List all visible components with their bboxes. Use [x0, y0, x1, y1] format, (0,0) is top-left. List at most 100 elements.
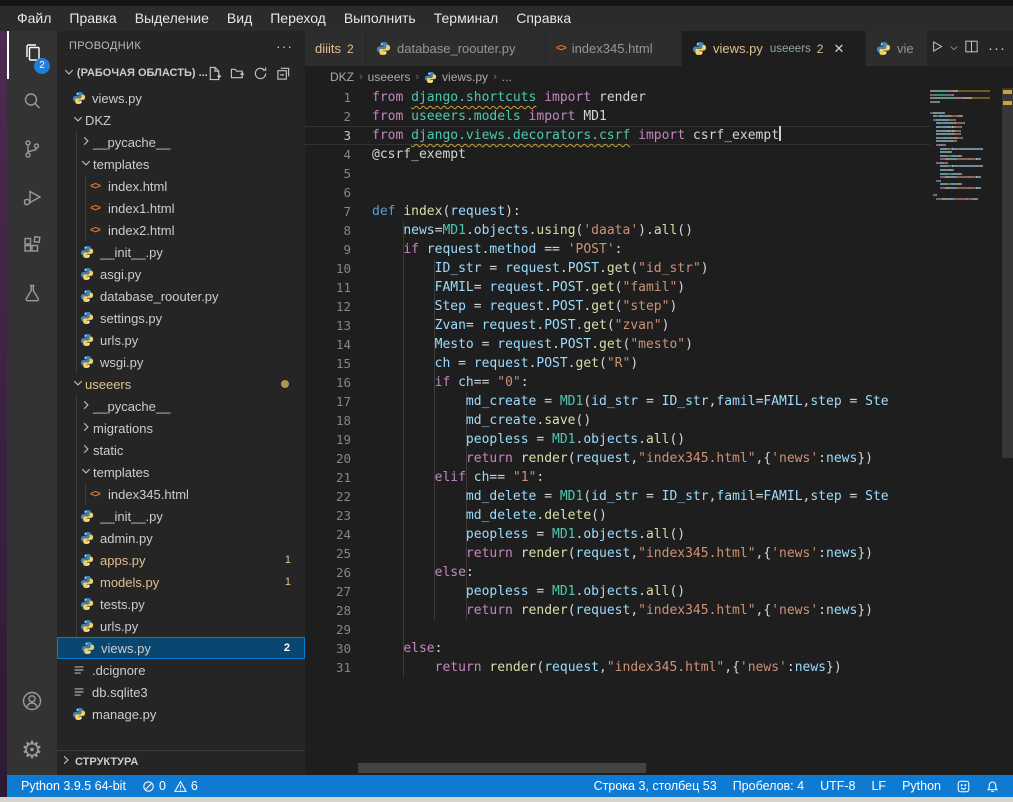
tree-folder-dkz[interactable]: DKZ [57, 109, 305, 131]
status-encoding[interactable]: UTF-8 [812, 775, 863, 797]
code-line-17[interactable]: 17 md_create = MD1(id_str = ID_str,famil… [305, 392, 930, 411]
menu-item[interactable]: Выделение [126, 6, 218, 31]
tree-item-views-py[interactable]: views.py2 [57, 637, 305, 659]
code-line-27[interactable]: 27 peopless = MD1.objects.all() [305, 582, 930, 601]
code-line-15[interactable]: 15 ch = request.POST.get("R") [305, 354, 930, 373]
tree-item-tests-py[interactable]: tests.py [57, 593, 305, 615]
code-line-25[interactable]: 25 return render(request,"index345.html"… [305, 544, 930, 563]
code-line-1[interactable]: 1from django.shortcuts import render [305, 88, 930, 107]
code-line-4[interactable]: 4@csrf_exempt [305, 145, 930, 164]
code-line-21[interactable]: 21 elif ch== "1": [305, 468, 930, 487]
close-icon[interactable]: ✕ [833, 41, 844, 57]
tree-item-manage-py[interactable]: manage.py [57, 703, 305, 725]
tree-item-settings-py[interactable]: settings.py [57, 307, 305, 329]
code-editor[interactable]: 1from django.shortcuts import render2fro… [305, 88, 1013, 775]
status-notifications[interactable] [978, 775, 1007, 797]
activitybar-explorer[interactable]: 2 [7, 31, 57, 79]
tab-diiits[interactable]: diiits2 [305, 31, 366, 66]
tree-item-asgi-py[interactable]: asgi.py [57, 263, 305, 285]
activitybar-run-debug[interactable] [7, 175, 57, 223]
code-line-19[interactable]: 19 peopless = MD1.objects.all() [305, 430, 930, 449]
status-eol[interactable]: LF [863, 775, 894, 797]
tree-folder--pycache-[interactable]: __pycache__ [57, 131, 305, 153]
menu-item[interactable]: Файл [8, 6, 60, 31]
tree-item-index-html[interactable]: <>index.html [57, 175, 305, 197]
menu-item[interactable]: Терминал [425, 6, 507, 31]
tree-folder-static[interactable]: static [57, 439, 305, 461]
code-line-8[interactable]: 8 news=MD1.objects.using('daata').all() [305, 221, 930, 240]
code-line-6[interactable]: 6 [305, 183, 930, 202]
activitybar-account[interactable] [7, 679, 57, 727]
tab-index345-html[interactable]: <>index345.html [546, 31, 682, 66]
code-line-31[interactable]: 31 return render(request,"index345.html"… [305, 658, 930, 677]
code-line-22[interactable]: 22 md_delete = MD1(id_str = ID_str,famil… [305, 487, 930, 506]
new-file-icon[interactable] [207, 66, 222, 81]
explorer-more-actions[interactable]: ··· [276, 38, 293, 54]
tree-folder-templates[interactable]: templates [57, 461, 305, 483]
breadcrumb-item[interactable]: useeers [368, 70, 411, 84]
tab-database-roouter-py[interactable]: database_roouter.py [366, 31, 546, 66]
tree-item-index2-html[interactable]: <>index2.html [57, 219, 305, 241]
tree-item--dcignore[interactable]: .dcignore [57, 659, 305, 681]
outline-section-header[interactable]: СТРУКТУРА [57, 750, 305, 772]
tree-item-urls-py[interactable]: urls.py [57, 615, 305, 637]
tree-folder-templates[interactable]: templates [57, 153, 305, 175]
code-line-30[interactable]: 30 else: [305, 639, 930, 658]
workspace-section-header[interactable]: (РАБОЧАЯ ОБЛАСТЬ) ... [57, 61, 305, 85]
vertical-scrollbar-thumb[interactable] [1002, 88, 1013, 458]
tree-item-database-roouter-py[interactable]: database_roouter.py [57, 285, 305, 307]
tree-folder-useeers[interactable]: useeers [57, 373, 305, 395]
refresh-icon[interactable] [253, 66, 268, 81]
tree-folder--pycache-[interactable]: __pycache__ [57, 395, 305, 417]
status-python-interpreter[interactable]: Python 3.9.5 64-bit [13, 775, 134, 797]
code-line-11[interactable]: 11 FAMIL= request.POST.get("famil") [305, 278, 930, 297]
tree-item-admin-py[interactable]: admin.py [57, 527, 305, 549]
breadcrumb-item[interactable]: DKZ [330, 70, 354, 84]
status-indentation[interactable]: Пробелов: 4 [725, 775, 812, 797]
status-problems[interactable]: 06 [134, 775, 206, 797]
tree-item-wsgi-py[interactable]: wsgi.py [57, 351, 305, 373]
tree-item--init-py[interactable]: __init__.py [57, 505, 305, 527]
chevron-down-icon[interactable] [949, 40, 959, 58]
breadcrumb-item[interactable]: ... [502, 70, 512, 84]
tree-item-models-py[interactable]: models.py1 [57, 571, 305, 593]
minimap[interactable] [930, 88, 1002, 775]
tab-views-py[interactable]: views.pyuseeers2✕ [682, 31, 866, 66]
play-icon[interactable] [928, 38, 945, 60]
tree-item--init-py[interactable]: __init__.py [57, 241, 305, 263]
menu-item[interactable]: Вид [218, 6, 261, 31]
tree-folder-migrations[interactable]: migrations [57, 417, 305, 439]
tree-item-views-py[interactable]: views.py [57, 87, 305, 109]
activitybar-settings[interactable]: ⚙ [7, 727, 57, 775]
vertical-scrollbar[interactable] [1002, 88, 1013, 775]
activitybar-testing[interactable] [7, 271, 57, 319]
tree-item-urls-py[interactable]: urls.py [57, 329, 305, 351]
code-scroll-region[interactable]: 1from django.shortcuts import render2fro… [305, 88, 930, 775]
code-line-12[interactable]: 12 Step = request.POST.get("step") [305, 297, 930, 316]
menu-item[interactable]: Справка [507, 6, 580, 31]
menu-item[interactable]: Выполнить [335, 6, 425, 31]
more-actions-button[interactable]: ··· [984, 40, 1010, 57]
tab-vie[interactable]: vie [866, 31, 928, 66]
code-line-18[interactable]: 18 md_create.save() [305, 411, 930, 430]
tree-item-db-sqlite3[interactable]: db.sqlite3 [57, 681, 305, 703]
code-line-26[interactable]: 26 else: [305, 563, 930, 582]
code-line-2[interactable]: 2from useeers.models import MD1 [305, 107, 930, 126]
collapse-all-icon[interactable] [276, 66, 291, 81]
code-line-13[interactable]: 13 Zvan= request.POST.get("zvan") [305, 316, 930, 335]
code-line-20[interactable]: 20 return render(request,"index345.html"… [305, 449, 930, 468]
code-line-9[interactable]: 9 if request.method == 'POST': [305, 240, 930, 259]
code-line-28[interactable]: 28 return render(request,"index345.html"… [305, 601, 930, 620]
code-line-24[interactable]: 24 peopless = MD1.objects.all() [305, 525, 930, 544]
code-line-5[interactable]: 5 [305, 164, 930, 183]
split-icon[interactable] [963, 38, 980, 60]
tree-item-index345-html[interactable]: <>index345.html [57, 483, 305, 505]
code-line-29[interactable]: 29 [305, 620, 930, 639]
status-cursor-position[interactable]: Строка 3, столбец 53 [586, 775, 725, 797]
activitybar-source-control[interactable] [7, 127, 57, 175]
status-feedback[interactable] [949, 775, 978, 797]
menu-item[interactable]: Переход [261, 6, 335, 31]
horizontal-scrollbar[interactable] [358, 763, 646, 773]
code-line-7[interactable]: 7def index(request): [305, 202, 930, 221]
new-folder-icon[interactable] [230, 66, 245, 81]
